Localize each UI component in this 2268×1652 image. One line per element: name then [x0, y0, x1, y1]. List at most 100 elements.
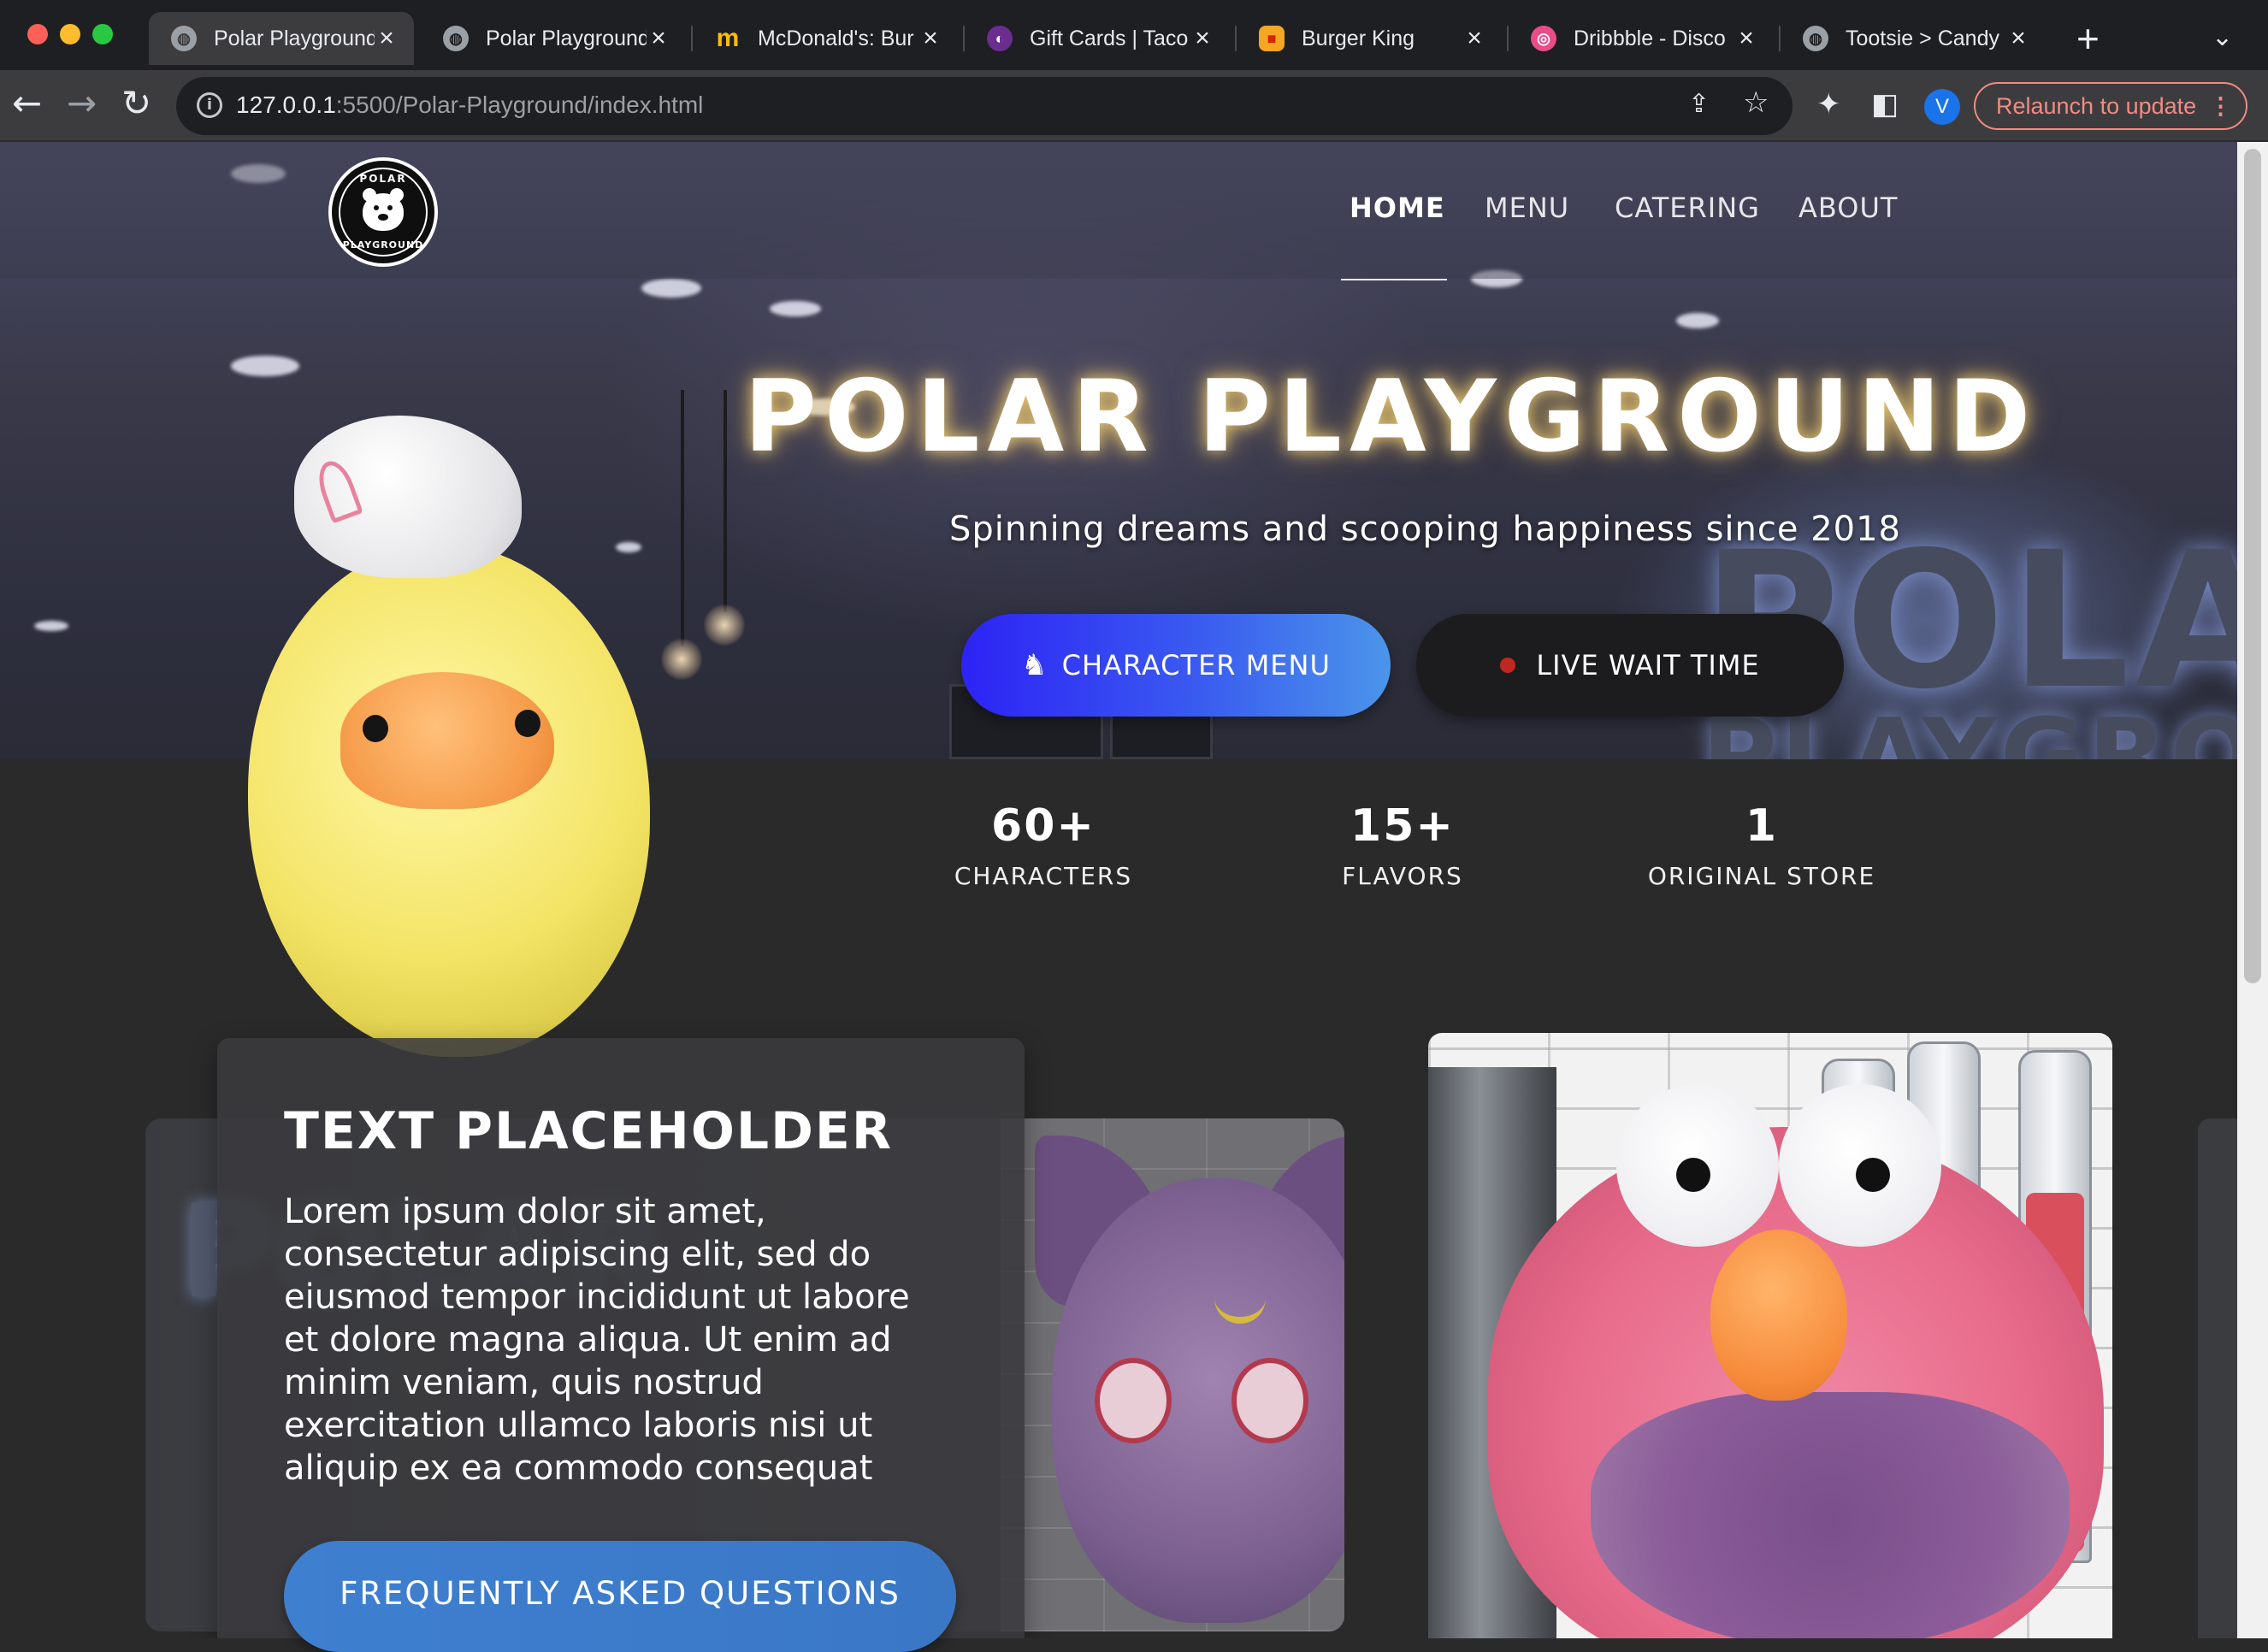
site-logo[interactable]: POLAR PLAYGROUND: [328, 157, 438, 267]
url-text[interactable]: 127.0.0.1:5500/Polar-Playground/index.ht…: [236, 91, 703, 119]
stat-value: 15+: [1350, 800, 1455, 852]
nav-about[interactable]: ABOUT: [1798, 192, 1898, 224]
elmo-eye: [1779, 1084, 1941, 1247]
stat-original-store: 1 ORIGINAL STORE: [1633, 800, 1890, 890]
faq-button[interactable]: FREQUENTLY ASKED QUESTIONS: [284, 1541, 956, 1652]
extensions-puzzle-icon[interactable]: ✦: [1816, 87, 1841, 121]
stat-value: 1: [1745, 800, 1779, 852]
ceiling-light: [231, 356, 299, 376]
elmo-mouth: [1591, 1392, 2070, 1638]
globe-icon: ◍: [171, 26, 197, 51]
tab-title: Dribbble - Disco: [1574, 26, 1726, 50]
close-window-button[interactable]: [27, 24, 48, 44]
url-host: 127.0.0.1: [236, 91, 336, 118]
character-menu-button[interactable]: ♞ CHARACTER MENU: [961, 614, 1391, 717]
ceiling-light: [34, 621, 68, 631]
globe-icon: ◍: [443, 26, 469, 51]
close-tab-icon[interactable]: ×: [918, 26, 942, 51]
side-panel-icon[interactable]: ◧: [1871, 87, 1899, 121]
live-wait-time-label: LIVE WAIT TIME: [1536, 649, 1760, 681]
browser-tab[interactable]: ◐ Gift Cards | Taco ×: [965, 12, 1230, 65]
ceiling-light: [641, 279, 701, 298]
browser-tab[interactable]: ◍ Polar Playground ×: [421, 12, 686, 65]
ceiling-light: [770, 301, 821, 316]
more-vert-icon[interactable]: ⋮: [2209, 84, 2232, 128]
logo-text: POLAR: [359, 173, 407, 185]
polar-bear-icon: [363, 188, 404, 231]
scroll-thumb[interactable]: [2244, 149, 2261, 983]
new-tab-icon[interactable]: +: [2076, 19, 2100, 58]
browser-tab[interactable]: m McDonald's: Bur ×: [693, 12, 958, 65]
pendant-bulb: [703, 604, 746, 646]
close-tab-icon[interactable]: ×: [375, 26, 399, 51]
share-icon[interactable]: ⇪: [1688, 89, 1710, 119]
dribbble-icon: ◎: [1531, 26, 1556, 51]
close-tab-icon[interactable]: ×: [2006, 26, 2030, 51]
stat-label: ORIGINAL STORE: [1647, 862, 1876, 890]
browser-toolbar: ← → ↻ i 127.0.0.1:5500/Polar-Playground/…: [0, 70, 2268, 142]
browser-tab[interactable]: ◎ Dribbble - Disco ×: [1509, 12, 1774, 65]
feature-heading: TEXT PLACEHOLDER: [284, 1101, 894, 1161]
ceiling-light: [1676, 313, 1719, 328]
pendant-cord: [724, 390, 727, 612]
burger-king-icon: ■: [1259, 26, 1285, 51]
logo-text: PLAYGROUND: [342, 239, 424, 251]
cat-eye: [1095, 1358, 1172, 1443]
reload-icon[interactable]: ↻: [121, 86, 151, 121]
minimize-window-button[interactable]: [60, 24, 80, 44]
info-icon[interactable]: i: [197, 92, 222, 118]
browser-tab[interactable]: ■ Burger King ×: [1237, 12, 1502, 65]
character-menu-label: CHARACTER MENU: [1061, 649, 1331, 681]
elmo-eye: [1616, 1084, 1779, 1247]
maximize-window-button[interactable]: [92, 24, 113, 44]
taco-bell-icon: ◐: [987, 26, 1013, 51]
tab-title: Polar Playground: [486, 26, 647, 50]
tab-title: Polar Playground: [214, 26, 375, 50]
url-path: :5500/Polar-Playground/index.html: [335, 91, 704, 118]
feature-body: Lorem ipsum dolor sit amet, consectetur …: [284, 1192, 910, 1488]
mcdonalds-icon: m: [716, 24, 740, 52]
stat-label: FLAVORS: [1342, 862, 1463, 890]
live-wait-time-button[interactable]: LIVE WAIT TIME: [1416, 614, 1844, 717]
nav-menu[interactable]: MENU: [1485, 192, 1569, 224]
close-tab-icon[interactable]: ×: [647, 26, 670, 51]
forward-arrow-icon[interactable]: →: [67, 86, 97, 121]
browser-tab[interactable]: ◍ Tootsie > Candy ×: [1781, 12, 2046, 65]
tab-title: McDonald's: Bur: [758, 26, 914, 50]
stat-characters: 60+ CHARACTERS: [915, 800, 1172, 890]
chevron-down-icon[interactable]: ⌄: [2212, 22, 2233, 52]
relaunch-label: Relaunch to update: [1996, 93, 2197, 119]
page-scrollbar[interactable]: [2237, 142, 2268, 1638]
elmo-cotton-candy-card: [1428, 1033, 2112, 1638]
nav-home[interactable]: HOME: [1350, 192, 1445, 224]
nav-active-underline: [1341, 279, 1447, 280]
hero-subtitle: Spinning dreams and scooping happiness s…: [949, 510, 1902, 549]
close-tab-icon[interactable]: ×: [1734, 26, 1758, 51]
close-tab-icon[interactable]: ×: [1462, 26, 1486, 51]
address-bar[interactable]: i 127.0.0.1:5500/Polar-Playground/index.…: [176, 77, 1793, 135]
globe-icon: ◍: [1803, 26, 1828, 51]
live-dot-icon: [1500, 658, 1516, 673]
cat-eye: [1231, 1358, 1308, 1443]
tab-title: Tootsie > Candy: [1846, 26, 1999, 50]
stat-label: CHARACTERS: [954, 862, 1133, 890]
back-arrow-icon[interactable]: ←: [12, 86, 42, 121]
pendant-cord: [681, 390, 684, 646]
relaunch-button[interactable]: Relaunch to update ⋮: [1974, 82, 2247, 130]
bookmark-star-icon[interactable]: ☆: [1743, 86, 1769, 120]
unicorn-icon: ♞: [1021, 648, 1048, 682]
page-viewport: POLA PLAYGROU POLAR PLAYGROUND HOME MENU…: [0, 142, 2237, 1638]
stat-value: 60+: [991, 800, 1096, 852]
browser-tab-bar: ◍ Polar Playground × ◍ Polar Playground …: [0, 0, 2268, 70]
nav-catering[interactable]: CATERING: [1615, 192, 1760, 224]
duck-cotton-candy-image: [239, 416, 667, 1065]
tab-title: Burger King: [1302, 26, 1415, 50]
hero-title: POLAR PLAYGROUND: [744, 359, 2039, 475]
browser-tab[interactable]: ◍ Polar Playground ×: [149, 12, 414, 65]
close-tab-icon[interactable]: ×: [1190, 26, 1214, 51]
stat-flavors: 15+ FLAVORS: [1274, 800, 1531, 890]
profile-avatar[interactable]: V: [1924, 89, 1960, 125]
tab-title: Gift Cards | Taco: [1030, 26, 1189, 50]
next-card-peek: [2198, 1118, 2237, 1638]
elmo-nose: [1710, 1230, 1847, 1401]
